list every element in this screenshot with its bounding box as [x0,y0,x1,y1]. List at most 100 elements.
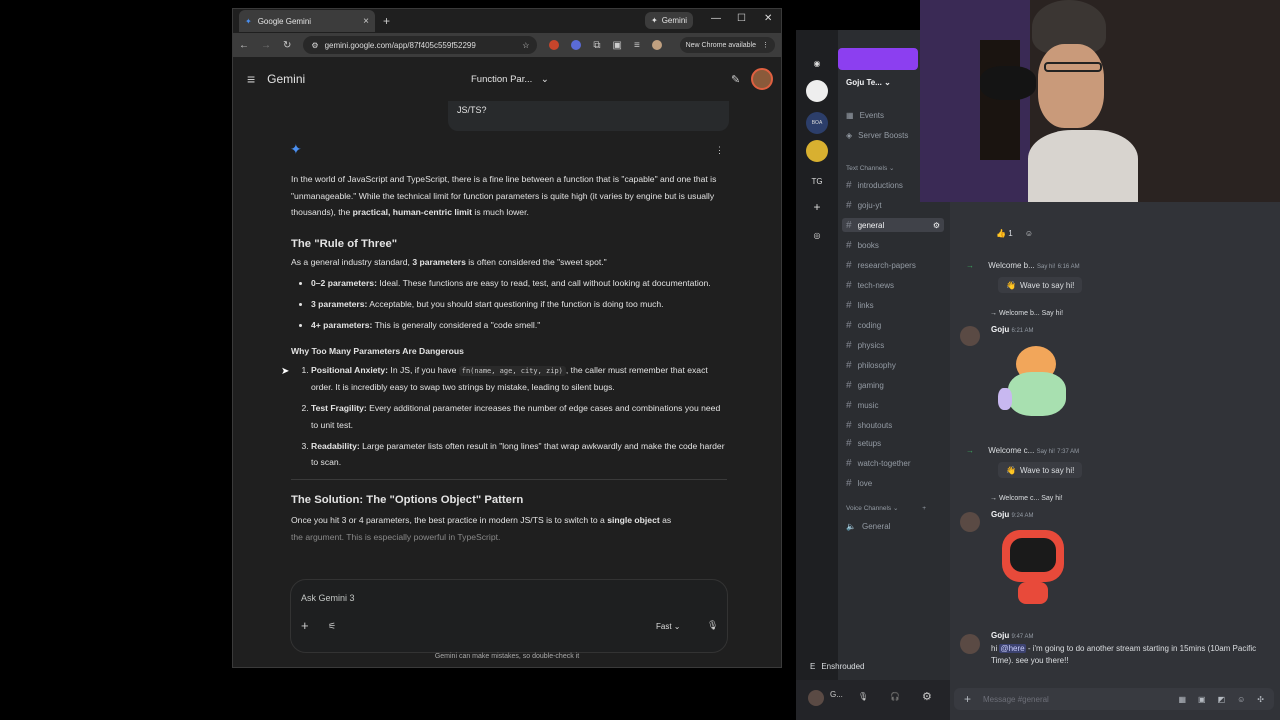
user-settings-icon[interactable]: ⚙ [922,690,932,703]
user-avatar[interactable] [808,690,824,706]
discord-logo-icon[interactable]: ◉ [806,52,828,74]
extension-icon-1[interactable] [549,40,560,50]
guild-name[interactable]: Goju Te... ⌄ [846,78,891,87]
text-channels-category[interactable]: Text Channels ⌄ [846,164,894,172]
minimize-icon[interactable]: — [711,13,721,24]
heading-rule-of-three: The "Rule of Three" [291,237,398,250]
channel-philosophy[interactable]: # philosophy [846,358,946,372]
channel-watch-together[interactable]: # watch-together [846,456,946,470]
microphone-icon[interactable]: 🎙 [707,620,718,631]
goju-avatar[interactable] [960,512,980,532]
rule-paragraph: As a general industry standard, 3 parame… [291,257,607,267]
wave-button-2[interactable]: 👋 Wave to say hi! [998,462,1083,478]
gemini-toolbar-button[interactable]: ✦ Gemini [645,12,694,29]
gemini-favicon-icon: ✦ [245,16,252,26]
join-arrow-icon: → [966,446,974,455]
tools-sliders-icon[interactable]: ⚟ [328,621,336,632]
message-composer[interactable]: + Message #general ▦ ▣ ◩ ☺ ✣ [954,688,1274,710]
reply-preview-2[interactable]: → Welcome c... Say hi! [990,495,1063,502]
close-tab-icon[interactable]: × [363,16,369,27]
site-info-icon[interactable]: ⚙ [311,41,318,50]
mic-icon[interactable]: 🎙 [858,692,868,701]
reply-preview-1[interactable]: → Welcome b... Say hi! [990,310,1063,317]
wave-button-1[interactable]: 👋 Wave to say hi! [998,277,1083,293]
tab-title: Google Gemini [257,16,312,26]
wave-icon: 👋 [1006,280,1016,290]
emoji-icon[interactable]: ☺ [1237,695,1245,704]
extension-icon-2[interactable] [571,40,582,50]
new-tab-button[interactable]: + [383,14,390,28]
channel-links[interactable]: # links [846,298,946,312]
server-icon-1[interactable]: BOA [806,112,828,134]
user-panel: G... 🎙 🎧 ⚙ [796,680,950,720]
headphones-icon[interactable]: 🎧 [890,692,900,701]
channel-gaming[interactable]: # gaming [846,378,946,392]
sidepanel-icon[interactable]: ▣ [613,40,622,51]
add-reaction-icon: ☺ [1024,229,1034,238]
back-icon[interactable]: ← [239,40,249,51]
channel-general[interactable]: # general ⚙ [842,218,944,232]
activity-enshrouded[interactable]: E Enshrouded [800,654,940,678]
mouse-pointer-icon: ➤ [281,366,290,377]
account-avatar[interactable] [751,68,773,90]
channel-music[interactable]: # music [846,398,946,412]
goju-avatar[interactable] [960,634,980,654]
list-item: 4+ parameters: This is generally conside… [311,317,727,334]
channel-tech-news[interactable]: # tech-news [846,278,946,292]
reaction-thumbs-up[interactable]: 👍 1 ☺ [996,229,1033,238]
channel-setups[interactable]: # setups [846,436,946,450]
omnibox[interactable]: ⚙ gemini.google.com/app/87f405c559f52299… [303,36,538,54]
gemini-brand[interactable]: Gemini [267,72,305,86]
gift-icon[interactable]: ▦ [1178,695,1186,704]
message-header: Goju 9:24 AM [991,510,1034,519]
chrome-window: ✦ Google Gemini × + ✦ Gemini — ☐ ✕ ← → ↻… [232,8,782,668]
hamburger-menu-icon[interactable]: ≡ [247,71,255,87]
channel-coding[interactable]: # coding [846,318,946,332]
new-chat-icon[interactable]: ✎ [731,73,740,86]
message-header: Goju 9:47 AM [991,631,1034,640]
rule-bullet-list: 0–2 parameters: Ideal. These functions a… [291,275,727,334]
list-item: Readability: Large parameter lists often… [311,438,727,471]
composer-placeholder: Message #general [983,694,1049,704]
goju-avatar[interactable] [960,326,980,346]
close-window-icon[interactable]: ✕ [764,13,772,24]
add-attachment-icon[interactable]: + [964,692,971,706]
profile-avatar-icon[interactable] [651,40,662,50]
response-more-icon[interactable]: ⋮ [715,145,724,156]
prompt-input-box[interactable]: Ask Gemini 3 + ⚟ Fast ⌄ 🎙 [290,579,728,653]
channel-research-papers[interactable]: # research-papers [846,258,946,272]
channel-love[interactable]: # love [846,476,946,490]
channel-shoutouts[interactable]: # shoutouts [846,418,946,432]
disclaimer-text: Gemini can make mistakes, so double-chec… [434,653,580,660]
new-chrome-available-button[interactable]: New Chrome available ⋮ [679,37,775,53]
channel-physics[interactable]: # physics [846,338,946,352]
add-attachment-icon[interactable]: + [301,618,309,633]
server-icon-2[interactable] [806,140,828,162]
url-text: gemini.google.com/app/87f405c559f52299 [324,40,476,50]
reading-list-icon[interactable]: ≡ [634,40,640,51]
bookmark-star-icon[interactable]: ☆ [522,41,529,50]
extensions-puzzle-icon[interactable]: ⧉ [593,40,600,51]
voice-channel-general[interactable]: 🔈 General [846,519,946,533]
reload-icon[interactable]: ↻ [283,40,291,51]
sticker-icon[interactable]: ◩ [1218,695,1226,704]
conversation-title-dropdown[interactable]: Function Par... ⌄ [471,74,549,85]
heading-solution: The Solution: The "Options Object" Patte… [291,493,524,506]
tab-google-gemini[interactable]: ✦ Google Gemini × [239,10,375,32]
apps-icon[interactable]: ✣ [1257,695,1264,704]
voice-channels-category[interactable]: Voice Channels ⌄ + [846,504,926,512]
gif-icon[interactable]: ▣ [1198,695,1206,704]
wave-icon: 👋 [1006,465,1016,475]
maximize-icon[interactable]: ☐ [737,13,746,24]
mode-selector[interactable]: Fast ⌄ [656,622,681,631]
explore-compass-icon[interactable]: ◎ [806,224,828,246]
welcome-message-1: → Welcome b... Say hi! 6:16 AM [966,261,1080,270]
server-tg[interactable]: TG [806,170,828,192]
user-message-bubble: JS/TS? [448,101,729,131]
dm-avatar[interactable] [806,80,828,102]
mention-here[interactable]: @here [999,644,1026,653]
add-server-icon[interactable]: + [806,196,828,218]
list-item: 3 parameters: Acceptable, but you should… [311,296,727,313]
channel-books[interactable]: # books [846,238,946,252]
forward-icon[interactable]: → [261,40,271,51]
